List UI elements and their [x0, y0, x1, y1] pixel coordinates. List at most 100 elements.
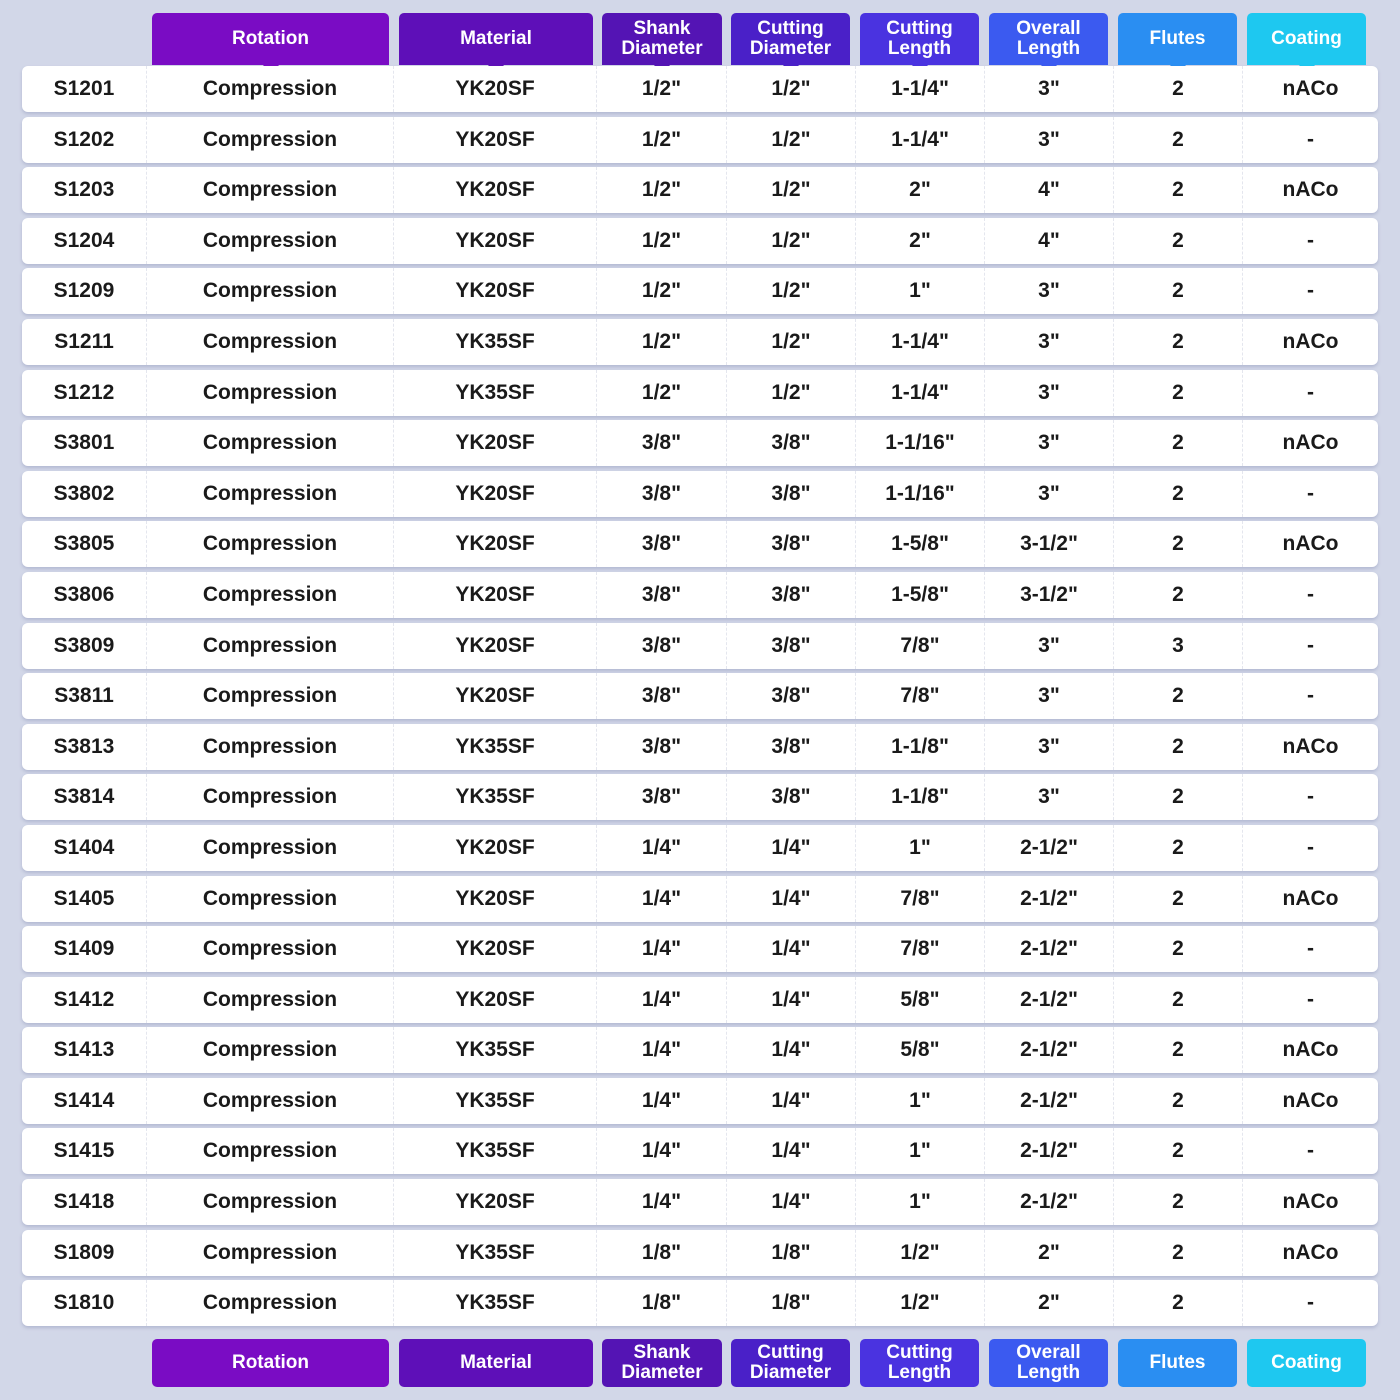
cell-cutting-diameter: 1/4" [727, 1128, 856, 1175]
cell-overall-length: 3" [985, 673, 1114, 720]
cell-material: YK20SF [394, 824, 597, 871]
cell-model-number: S3802 [22, 470, 147, 517]
cell-model-number: S1404 [22, 824, 147, 871]
header-label: Overall Length [1016, 1342, 1081, 1383]
cell-coating: nACo [1282, 178, 1339, 202]
table-header-bottom: Rotation Material Shank Diameter Cutting Di… [0, 1339, 1400, 1387]
table-row: S1201 Compression YK20SF 1/2" 1/2" 1-1/4" 3" 2 n… [22, 66, 1378, 112]
cell-flutes: 2 [1114, 470, 1243, 517]
cell-overall-length: 3-1/2" [985, 521, 1114, 568]
cell-cutting-length: 1/2" [856, 1280, 985, 1327]
header-label: Flutes [1149, 1352, 1206, 1373]
cell-shank-diameter: 1/8" [597, 1280, 727, 1327]
cell-flutes: 3 [1114, 622, 1243, 669]
cell-cutting-diameter: 1/4" [727, 976, 856, 1023]
cell-shank-diameter: 1/2" [597, 318, 727, 365]
header-top-coating: Coating [1247, 13, 1366, 74]
cell-material: YK35SF [394, 1027, 597, 1074]
cell-overall-length: 3" [985, 470, 1114, 517]
header-bottom-coating: Coating [1247, 1339, 1366, 1387]
cell-material: YK35SF [394, 1280, 597, 1327]
cell-material: YK20SF [394, 167, 597, 214]
cell-rotation: Compression [147, 369, 394, 416]
table-row: S3809 Compression YK20SF 3/8" 3/8" 7/8" 3" 3- [22, 622, 1378, 669]
cell-coating: nACo [1282, 1038, 1339, 1062]
header-label: Cutting Length [886, 18, 953, 59]
cell-material: YK20SF [394, 926, 597, 973]
cell-cutting-diameter: 3/8" [727, 420, 856, 467]
header-bottom-cutting-diameter: Cutting Diameter [731, 1339, 850, 1387]
cell-flutes: 2 [1114, 673, 1243, 720]
table-row: S3813 Compression YK35SF 3/8" 3/8" 1-1/8" 3" 2 n… [22, 723, 1378, 770]
cell-overall-length: 2" [985, 1280, 1114, 1327]
cell-material: YK20SF [394, 622, 597, 669]
cell-model-number: S3806 [22, 571, 147, 618]
header-label: Shank Diameter [621, 1342, 703, 1383]
cell-flutes: 2 [1114, 1280, 1243, 1327]
cell-coating: - [1307, 1139, 1314, 1163]
header-bottom-cutting-length: Cutting Length [860, 1339, 979, 1387]
cell-rotation: Compression [147, 1280, 394, 1327]
cell-shank-diameter: 1/2" [597, 116, 727, 163]
cell-coating: nACo [1282, 77, 1339, 100]
cell-overall-length: 3" [985, 622, 1114, 669]
cell-shank-diameter: 1/2" [597, 369, 727, 416]
cell-coating: - [1307, 481, 1314, 505]
table-row: S1413 Compression YK35SF 1/4" 1/4" 5/8" 2-1/2"… [22, 1027, 1378, 1074]
cell-flutes: 2 [1114, 824, 1243, 871]
cell-cutting-diameter: 1/2" [727, 217, 856, 264]
cell-model-number: S1203 [22, 167, 147, 214]
cell-flutes: 2 [1114, 571, 1243, 618]
cell-model-number: S1202 [22, 116, 147, 163]
cell-cutting-diameter: 3/8" [727, 673, 856, 720]
cell-model-number: S1415 [22, 1128, 147, 1175]
header-label: Material [460, 1352, 532, 1373]
cell-cutting-length: 1-1/4" [856, 369, 985, 416]
cell-flutes: 2 [1114, 875, 1243, 922]
table-row: S1405 Compression YK20SF 1/4" 1/4" 7/8" 2-1/2"… [22, 875, 1378, 922]
cell-model-number: S3809 [22, 622, 147, 669]
cell-cutting-diameter: 1/4" [727, 1027, 856, 1074]
cell-material: YK20SF [394, 420, 597, 467]
cell-rotation: Compression [147, 1229, 394, 1276]
cell-coating: - [1307, 582, 1314, 606]
cell-cutting-diameter: 3/8" [727, 774, 856, 821]
cell-coating: - [1307, 127, 1314, 151]
cell-overall-length: 3" [985, 723, 1114, 770]
cell-model-number: S1211 [22, 318, 147, 365]
cell-rotation: Compression [147, 976, 394, 1023]
header-label: Cutting Length [886, 1342, 953, 1383]
cell-flutes: 2 [1114, 521, 1243, 568]
spec-table-body: S1201 Compression YK20SF 1/2" 1/2" 1-1/4" 3" 2 n… [22, 66, 1378, 1331]
cell-rotation: Compression [147, 673, 394, 720]
cell-cutting-length: 7/8" [856, 673, 985, 720]
table-row: S1412 Compression YK20SF 1/4" 1/4" 5/8" 2-1/2"… [22, 976, 1378, 1023]
cell-cutting-length: 1" [856, 1128, 985, 1175]
cell-rotation: Compression [147, 420, 394, 467]
cell-cutting-length: 5/8" [856, 1027, 985, 1074]
cell-model-number: S1405 [22, 875, 147, 922]
header-bottom-overall-length: Overall Length [989, 1339, 1108, 1387]
cell-coating: - [1307, 633, 1314, 657]
table-row: S1209 Compression YK20SF 1/2" 1/2" 1" 3" 2- [22, 268, 1378, 315]
cell-model-number: S3813 [22, 723, 147, 770]
cell-cutting-diameter: 1/4" [727, 926, 856, 973]
cell-material: YK35SF [394, 1128, 597, 1175]
cell-flutes: 2 [1114, 1027, 1243, 1074]
header-top-material: Material [399, 13, 593, 74]
cell-rotation: Compression [147, 521, 394, 568]
cell-cutting-length: 1" [856, 824, 985, 871]
cell-model-number: S3811 [22, 673, 147, 720]
table-row: S1211 Compression YK35SF 1/2" 1/2" 1-1/4" 3" 2 n… [22, 318, 1378, 365]
cell-cutting-diameter: 1/8" [727, 1229, 856, 1276]
table-row: S1204 Compression YK20SF 1/2" 1/2" 2" 4" 2- [22, 217, 1378, 264]
cell-model-number: S1409 [22, 926, 147, 973]
cell-cutting-length: 1-5/8" [856, 521, 985, 568]
cell-cutting-length: 1-1/8" [856, 723, 985, 770]
cell-flutes: 2 [1114, 1179, 1243, 1226]
cell-overall-length: 3" [985, 268, 1114, 315]
cell-flutes: 2 [1114, 1128, 1243, 1175]
header-bottom-material: Material [399, 1339, 593, 1387]
cell-cutting-length: 7/8" [856, 622, 985, 669]
cell-overall-length: 4" [985, 167, 1114, 214]
